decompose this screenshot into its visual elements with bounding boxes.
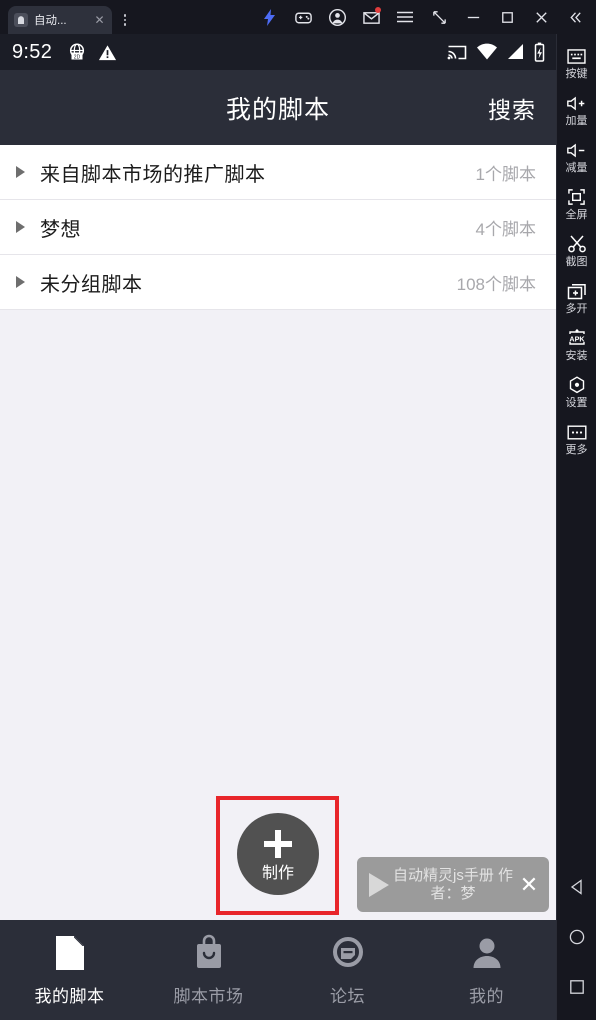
plus-icon	[262, 828, 294, 860]
menu-icon[interactable]	[388, 2, 422, 32]
nav-item-mine[interactable]: 我的	[417, 920, 556, 1020]
mail-badge	[375, 7, 381, 13]
keyboard-icon	[567, 46, 586, 66]
table-row[interactable]: 梦想 4个脚本	[0, 200, 556, 255]
fab-label: 制作	[261, 864, 294, 882]
collapse-icon[interactable]	[558, 2, 592, 32]
wifi-icon	[477, 43, 497, 60]
nav-label: 我的脚本	[34, 986, 105, 1006]
emulator-window: 自动... ✕ 9:52 2D 我的脚本 搜索 来自脚本市场的推广脚本 1个脚本…	[0, 0, 596, 1020]
sidebar-item-volume-up[interactable]: 加量	[557, 93, 596, 128]
forum-icon	[332, 936, 363, 967]
settings-icon	[567, 375, 587, 395]
sidebar-item-settings[interactable]: 设置	[557, 375, 596, 410]
volume-up-icon	[566, 93, 588, 113]
nav-item-forum[interactable]: 论坛	[278, 920, 417, 1020]
apk-install-icon: APK	[566, 328, 588, 348]
sidebar-item-more[interactable]: 更多	[557, 422, 596, 457]
group-count: 108个脚本	[456, 274, 536, 294]
nav-item-script-market[interactable]: 脚本市场	[139, 920, 278, 1020]
globe-2d-icon: 2D	[70, 43, 85, 60]
sidebar-item-install-apk[interactable]: APK 安装	[557, 328, 596, 363]
sidebar-item-label: 设置	[565, 397, 588, 409]
play-icon[interactable]	[369, 872, 389, 897]
script-group-list: 来自脚本市场的推广脚本 1个脚本 梦想 4个脚本 未分组脚本 108个脚本	[0, 145, 556, 310]
group-name: 来自脚本市场的推广脚本	[40, 163, 266, 186]
sidebar-item-label: 按键	[565, 68, 588, 80]
warning-triangle-icon	[99, 44, 117, 60]
status-right-icons	[446, 42, 546, 63]
browser-tab[interactable]: 自动... ✕	[8, 6, 112, 34]
player-close-icon[interactable]: ✕	[517, 873, 541, 896]
floating-player-widget[interactable]: 自动精灵js手册 作者：梦 ✕	[357, 857, 549, 912]
nav-label: 脚本市场	[173, 986, 244, 1006]
expand-caret-icon[interactable]	[16, 276, 25, 288]
app-favicon-icon	[14, 13, 28, 27]
battery-charging-icon	[534, 42, 545, 62]
table-row[interactable]: 未分组脚本 108个脚本	[0, 255, 556, 310]
bottom-navigation: 我的脚本 脚本市场 论坛 我的	[0, 920, 556, 1020]
resize-icon[interactable]	[422, 2, 456, 32]
android-nav-buttons	[557, 876, 596, 1020]
nav-label: 论坛	[330, 986, 365, 1006]
more-icon	[567, 422, 587, 442]
person-icon	[473, 938, 500, 968]
tab-close-icon[interactable]: ✕	[93, 14, 106, 26]
sidebar-item-volume-down[interactable]: 减量	[557, 140, 596, 175]
android-status-bar: 9:52 2D	[0, 34, 556, 70]
document-icon	[55, 935, 84, 970]
boost-icon[interactable]	[252, 2, 286, 32]
svg-text:2D: 2D	[74, 54, 81, 60]
multi-instance-icon	[567, 281, 587, 301]
cast-icon	[447, 45, 467, 59]
page-title: 我的脚本	[225, 95, 330, 124]
android-back-button[interactable]	[565, 876, 589, 898]
fullscreen-icon	[567, 187, 586, 207]
window-toolbar	[252, 0, 596, 34]
sidebar-item-screenshot[interactable]: 截图	[557, 234, 596, 269]
window-title-bar: 自动... ✕	[0, 0, 596, 34]
sidebar-item-label: 安装	[565, 350, 588, 362]
volume-down-icon	[566, 140, 588, 160]
scissors-icon	[567, 234, 587, 254]
mail-icon[interactable]	[354, 2, 388, 32]
sidebar-item-label: 减量	[565, 162, 588, 174]
expand-caret-icon[interactable]	[16, 221, 25, 233]
sidebar-item-label: 截图	[565, 256, 588, 268]
search-button[interactable]: 搜索	[488, 70, 536, 145]
group-count: 4个脚本	[475, 219, 536, 239]
table-row[interactable]: 来自脚本市场的推广脚本 1个脚本	[0, 145, 556, 200]
status-left-icons: 2D	[66, 41, 118, 63]
maximize-icon[interactable]	[490, 2, 524, 32]
app-header: 我的脚本 搜索	[0, 70, 556, 145]
shopping-bag-icon	[196, 934, 221, 968]
sidebar-item-label: 全屏	[565, 209, 588, 221]
expand-caret-icon[interactable]	[16, 166, 25, 178]
minimize-icon[interactable]	[456, 2, 490, 32]
gamepad-icon[interactable]	[286, 2, 320, 32]
account-icon[interactable]	[320, 2, 354, 32]
create-script-fab[interactable]: 制作	[237, 813, 319, 895]
nav-item-my-scripts[interactable]: 我的脚本	[0, 920, 139, 1020]
sidebar-item-label: 多开	[565, 303, 588, 315]
emulator-sidebar: 按键 加量 减量 全屏 截图 多开 APK 安装 设置 更多	[556, 34, 596, 1020]
nav-label: 我的	[469, 986, 504, 1006]
sidebar-item-label: 加量	[565, 115, 588, 127]
close-icon[interactable]	[524, 2, 558, 32]
group-count: 1个脚本	[475, 164, 536, 184]
sidebar-item-fullscreen[interactable]: 全屏	[557, 187, 596, 222]
svg-text:APK: APK	[569, 334, 585, 343]
android-home-button[interactable]	[565, 926, 589, 948]
group-name: 未分组脚本	[40, 273, 143, 296]
tab-overflow-menu-icon[interactable]	[115, 6, 135, 34]
player-title: 自动精灵js手册 作者：梦	[393, 866, 514, 902]
sidebar-item-label: 更多	[565, 444, 588, 456]
sidebar-item-multi-instance[interactable]: 多开	[557, 281, 596, 316]
group-name: 梦想	[40, 218, 81, 241]
android-recents-button[interactable]	[565, 976, 589, 998]
status-clock: 9:52	[12, 40, 53, 63]
signal-icon	[508, 44, 523, 59]
tab-title: 自动...	[34, 15, 67, 27]
sidebar-item-keyboard[interactable]: 按键	[557, 46, 596, 81]
